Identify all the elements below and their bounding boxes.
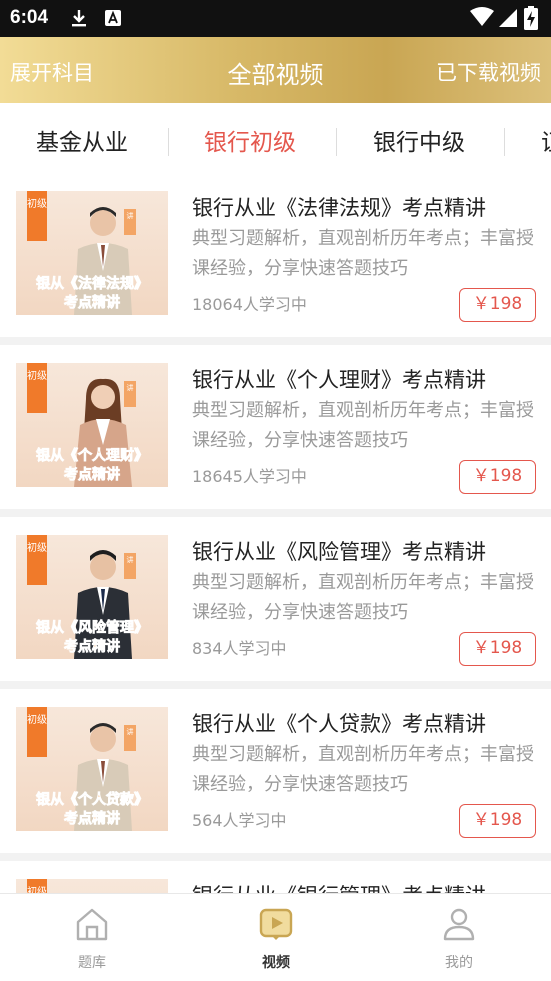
tab-bank-intermediate[interactable]: 银行中级 <box>373 123 465 157</box>
tab-securities[interactable]: 证 <box>541 123 551 157</box>
thumbnail-title-line1: 银从《法律法规》 <box>36 276 149 293</box>
learner-count: 18064人学习中 <box>192 295 307 314</box>
level-badge: 初级 <box>27 707 47 757</box>
course-title: 银行从业《个人理财》考点精讲 <box>192 368 486 392</box>
video-icon <box>259 908 293 940</box>
course-card[interactable]: 初级 讲 银从《风险管理》 考点精讲 银行从业《风险管理》考点精讲 典型习题解析… <box>0 517 551 681</box>
top-header: 展开科目 全部视频 已下载视频 <box>0 37 551 103</box>
thumbnail-title-line1: 银从《个人贷款》 <box>36 792 149 809</box>
tab-fund[interactable]: 基金从业 <box>36 123 128 157</box>
keyboard-a-icon <box>105 10 121 26</box>
course-description: 典型习题解析，直观剖析历年考点；丰富授课经验，分享快速答题技巧 <box>192 228 534 279</box>
learner-count: 18645人学习中 <box>192 467 307 486</box>
course-title: 银行从业《银行管理》考点精讲 <box>192 880 486 893</box>
wifi-icon <box>470 7 494 26</box>
thumbnail-title-line2: 考点精讲 <box>64 639 121 656</box>
course-card[interactable]: 初级 银行从业《银行管理》考点精讲 <box>0 861 551 893</box>
tab-divider <box>168 128 169 156</box>
status-time: 6:04 <box>10 7 49 28</box>
signal-icon <box>499 9 517 27</box>
level-badge: 初级 <box>27 363 47 413</box>
instructor-name-tag: 讲 <box>124 725 136 751</box>
course-thumbnail: 初级 讲 银从《风险管理》 考点精讲 <box>16 535 168 659</box>
nav-profile[interactable]: 我的 <box>399 894 519 981</box>
level-badge: 初级 <box>27 191 47 241</box>
course-card[interactable]: 初级 讲 银从《个人理财》 考点精讲 银行从业《个人理财》考点精讲 典型习题解析… <box>0 345 551 509</box>
instructor-name-tag: 讲 <box>124 209 136 235</box>
instructor-name-tag: 讲 <box>124 553 136 579</box>
course-title: 银行从业《风险管理》考点精讲 <box>192 540 486 564</box>
price-button[interactable]: ￥198 <box>459 288 536 322</box>
price-button[interactable]: ￥198 <box>459 460 536 494</box>
tab-bank-junior[interactable]: 银行初级 <box>204 123 296 157</box>
nav-label: 视频 <box>262 955 290 971</box>
downloaded-videos-button[interactable]: 已下载视频 <box>436 57 541 87</box>
level-badge: 初级 <box>27 879 47 893</box>
course-card[interactable]: 初级 讲 银从《法律法规》 考点精讲 银行从业《法律法规》考点精讲 典型习题解析… <box>0 173 551 337</box>
course-description: 典型习题解析，直观剖析历年考点；丰富授课经验，分享快速答题技巧 <box>192 572 534 623</box>
tab-divider <box>504 128 505 156</box>
thumbnail-title-line2: 考点精讲 <box>64 295 121 312</box>
course-thumbnail: 初级 讲 银从《法律法规》 考点精讲 <box>16 191 168 315</box>
course-description: 典型习题解析，直观剖析历年考点；丰富授课经验，分享快速答题技巧 <box>192 744 534 795</box>
thumbnail-title-line1: 银从《风险管理》 <box>36 620 149 637</box>
course-list: 初级 讲 银从《法律法规》 考点精讲 银行从业《法律法规》考点精讲 典型习题解析… <box>0 173 551 893</box>
nav-video[interactable]: 视频 <box>216 894 336 981</box>
price-button[interactable]: ￥198 <box>459 632 536 666</box>
person-icon <box>443 908 475 941</box>
price-button[interactable]: ￥198 <box>459 804 536 838</box>
course-description: 典型习题解析，直观剖析历年考点；丰富授课经验，分享快速答题技巧 <box>192 400 534 451</box>
course-thumbnail: 初级 讲 银从《个人贷款》 考点精讲 <box>16 707 168 831</box>
course-title: 银行从业《法律法规》考点精讲 <box>192 196 486 220</box>
level-badge: 初级 <box>27 535 47 585</box>
learner-count: 834人学习中 <box>192 639 287 658</box>
house-icon <box>76 908 108 941</box>
learner-count: 564人学习中 <box>192 811 287 830</box>
nav-label: 我的 <box>445 955 473 971</box>
instructor-name-tag: 讲 <box>124 381 136 407</box>
status-bar: 6:04 <box>0 0 551 37</box>
bottom-nav: 题库 视频 我的 <box>0 893 551 981</box>
tab-divider <box>336 128 337 156</box>
download-icon <box>72 10 86 27</box>
course-card[interactable]: 初级 讲 银从《个人贷款》 考点精讲 银行从业《个人贷款》考点精讲 典型习题解析… <box>0 689 551 853</box>
thumbnail-title-line2: 考点精讲 <box>64 811 121 828</box>
course-title: 银行从业《个人贷款》考点精讲 <box>192 712 486 736</box>
nav-question-bank[interactable]: 题库 <box>32 894 152 981</box>
nav-label: 题库 <box>78 955 106 971</box>
thumbnail-title-line1: 银从《个人理财》 <box>36 448 149 465</box>
battery-charging-icon <box>524 6 538 30</box>
course-thumbnail: 初级 <box>16 879 168 893</box>
thumbnail-title-line2: 考点精讲 <box>64 467 121 484</box>
subject-tabs: 基金从业 银行初级 银行中级 证 <box>0 103 551 173</box>
course-thumbnail: 初级 讲 银从《个人理财》 考点精讲 <box>16 363 168 487</box>
